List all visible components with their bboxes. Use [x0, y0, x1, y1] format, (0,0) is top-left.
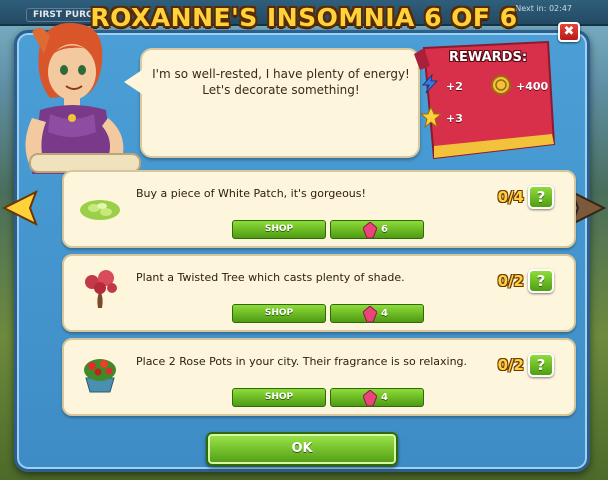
crystal-icon: [363, 222, 377, 238]
ok-button[interactable]: OK: [206, 432, 398, 466]
reward-coins-value: +400: [516, 80, 549, 93]
help-button[interactable]: ?: [528, 185, 554, 209]
reward-energy-value: +2: [446, 80, 463, 93]
crystal-skip-button[interactable]: 4: [330, 304, 424, 323]
shop-button[interactable]: SHOP: [232, 388, 326, 407]
quest-row: Place 2 Rose Pots in your city. Their fr…: [62, 338, 576, 416]
quest-progress: 0/4: [497, 188, 524, 206]
crystal-cost: 6: [381, 224, 388, 235]
quest-description: Plant a Twisted Tree which casts plenty …: [136, 271, 405, 284]
reward-stars-value: +3: [446, 112, 463, 125]
speech-bubble-tail: [124, 70, 142, 94]
quest-description: Place 2 Rose Pots in your city. Their fr…: [136, 355, 468, 368]
crystal-icon: [363, 390, 377, 406]
energy-bolt-icon: [421, 74, 439, 94]
quest-progress: 0/2: [497, 356, 524, 374]
help-button[interactable]: ?: [528, 269, 554, 293]
shop-button[interactable]: SHOP: [232, 304, 326, 323]
quest-message: I'm so well-rested, I have plenty of ene…: [152, 67, 410, 97]
shop-button[interactable]: SHOP: [232, 220, 326, 239]
crystal-cost: 4: [381, 392, 388, 403]
white-patch-icon: [80, 200, 120, 220]
quest-progress: 0/2: [497, 272, 524, 290]
crystal-skip-button[interactable]: 6: [330, 220, 424, 239]
crystal-cost: 4: [381, 308, 388, 319]
quest-title: ROXANNE'S INSOMNIA 6 OF 6: [90, 3, 518, 32]
star-icon: [420, 106, 442, 128]
help-button[interactable]: ?: [528, 353, 554, 377]
roxanne-character: [25, 22, 141, 174]
previous-arrow-icon[interactable]: [0, 190, 40, 226]
quest-row: Buy a piece of White Patch, it's gorgeou…: [62, 170, 576, 248]
rewards-title: REWARDS:: [448, 50, 528, 65]
quest-row: Plant a Twisted Tree which casts plenty …: [62, 254, 576, 332]
rose-pot-icon: [84, 359, 116, 393]
crystal-skip-button[interactable]: 4: [330, 388, 424, 407]
gold-coin-icon: [491, 75, 511, 95]
speech-bubble: [140, 48, 420, 158]
twisted-tree-icon: [85, 270, 117, 308]
crystal-icon: [363, 306, 377, 322]
quest-description: Buy a piece of White Patch, it's gorgeou…: [136, 187, 366, 200]
